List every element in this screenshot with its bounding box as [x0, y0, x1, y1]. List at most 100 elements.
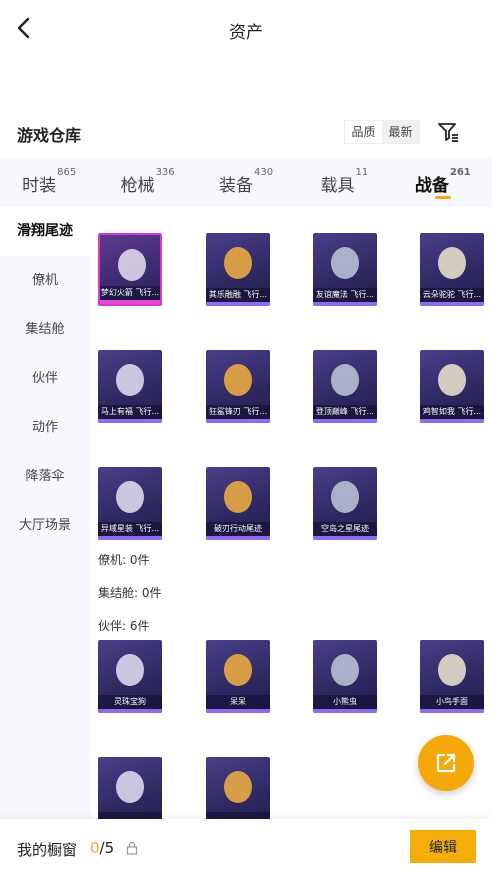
trail-item-card[interactable]: 登顶巅峰 飞行...: [313, 350, 377, 423]
trail-item-card[interactable]: 破刃行动尾迹: [206, 467, 270, 540]
lock-icon: [126, 841, 138, 855]
partner-item-name: 小熊虫: [313, 695, 377, 709]
trail-item-card[interactable]: 云朵驼驼 飞行...: [420, 233, 484, 306]
sidebar: 滑翔尾迹 僚机 集结舱 伙伴 动作 降落伞 大厅场景: [0, 207, 90, 819]
trail-item-rarity-bar: [98, 419, 162, 423]
trail-item-name: 破刃行动尾迹: [206, 522, 270, 536]
trail-item-art-icon: [438, 364, 466, 396]
partner-item-rarity-bar: [98, 709, 162, 713]
trail-item-rarity-bar: [313, 536, 377, 540]
trail-item-art-icon: [331, 481, 359, 513]
trail-item-name: 登顶巅峰 飞行...: [313, 405, 377, 419]
sort-newest-option[interactable]: 最新: [382, 121, 419, 143]
sidebar-item-emote[interactable]: 动作: [0, 403, 90, 452]
showcase-count: 0/5: [90, 839, 115, 857]
partner-item-rarity-bar: [313, 709, 377, 713]
sidebar-item-parachute[interactable]: 降落伞: [0, 452, 90, 501]
trail-item-card[interactable]: 梦幻火箭 飞行...: [98, 233, 162, 306]
partner-item-art-icon: [224, 771, 252, 803]
sidebar-item-wingman[interactable]: 僚机: [0, 256, 90, 305]
trail-item-art-icon: [331, 247, 359, 279]
trail-item-art-icon: [116, 364, 144, 396]
edit-button[interactable]: 编辑: [410, 830, 476, 863]
partner-item-art-icon: [116, 654, 144, 686]
trail-item-rarity-bar: [206, 419, 270, 423]
sidebar-item-glide-trail[interactable]: 滑翔尾迹: [0, 207, 90, 256]
partner-item-art-icon: [116, 771, 144, 803]
partner-item-card[interactable]: 灵珠宝狗: [98, 640, 162, 713]
trail-item-art-icon: [438, 247, 466, 279]
active-tab-indicator: [434, 196, 451, 199]
tab-vehicles[interactable]: 载具11: [295, 157, 393, 207]
partner-item-art-icon: [438, 654, 466, 686]
trail-item-name: 异域星装 飞行...: [98, 522, 162, 536]
trail-item-rarity-bar: [100, 300, 160, 304]
partner-item-name: 灵珠宝狗: [98, 695, 162, 709]
tab-battle-gear[interactable]: 战备261: [394, 157, 492, 207]
partner-item-card[interactable]: 小熊虫: [313, 640, 377, 713]
trail-item-name: 马上有福 飞行...: [98, 405, 162, 419]
sort-toggle: 品质 最新: [344, 120, 420, 144]
trail-item-art-icon: [224, 364, 252, 396]
sidebar-item-partner[interactable]: 伙伴: [0, 354, 90, 403]
trail-item-card[interactable]: 鸡智如我 飞行...: [420, 350, 484, 423]
trail-item-rarity-bar: [313, 419, 377, 423]
partner-count-label: 伙伴: 6件: [98, 619, 150, 633]
showcase-bar: 我的橱窗 0/5 编辑: [0, 819, 492, 876]
trail-item-rarity-bar: [206, 302, 270, 306]
share-button[interactable]: [418, 735, 474, 791]
category-tabs: 时装865 枪械336 装备430 载具11 战备261: [0, 157, 492, 207]
trail-item-card[interactable]: 马上有福 飞行...: [98, 350, 162, 423]
partner-item-name: 呆呆: [206, 695, 270, 709]
partner-item-card[interactable]: [206, 757, 270, 819]
trail-item-card[interactable]: 空岛之星尾迹: [313, 467, 377, 540]
trail-item-art-icon: [331, 364, 359, 396]
trail-item-art-icon: [116, 481, 144, 513]
sidebar-item-pod[interactable]: 集结舱: [0, 305, 90, 354]
trail-item-name: 其乐融融 飞行...: [206, 288, 270, 302]
trail-item-name: 云朵驼驼 飞行...: [420, 288, 484, 302]
trail-item-rarity-bar: [420, 302, 484, 306]
tab-fashion[interactable]: 时装865: [0, 157, 98, 207]
partner-item-card[interactable]: 呆呆: [206, 640, 270, 713]
top-bar: 资产: [0, 0, 492, 58]
partner-item-card[interactable]: 小鸟手面: [420, 640, 484, 713]
trail-item-rarity-bar: [420, 419, 484, 423]
tab-equipment[interactable]: 装备430: [197, 157, 295, 207]
pod-count-label: 集结舱: 0件: [98, 586, 162, 600]
trail-item-rarity-bar: [313, 302, 377, 306]
trail-item-name: 梦幻火箭 飞行...: [100, 286, 160, 300]
sidebar-item-lobby-scene[interactable]: 大厅场景: [0, 501, 90, 550]
trail-item-art-icon: [118, 249, 146, 281]
trail-item-name: 狂鲨锋刃 飞行...: [206, 405, 270, 419]
partner-item-name: [206, 812, 270, 819]
trail-item-name: 友谊魔法 飞行...: [313, 288, 377, 302]
trail-item-art-icon: [224, 481, 252, 513]
trail-item-name: 鸡智如我 飞行...: [420, 405, 484, 419]
page-title: 资产: [229, 23, 263, 43]
partner-item-card[interactable]: [98, 757, 162, 819]
partner-item-rarity-bar: [206, 709, 270, 713]
trail-item-card[interactable]: 其乐融融 飞行...: [206, 233, 270, 306]
sort-quality-option[interactable]: 品质: [345, 121, 382, 143]
wingman-count-label: 僚机: 0件: [98, 553, 150, 567]
trail-item-card[interactable]: 异域星装 飞行...: [98, 467, 162, 540]
item-grid-area: 梦幻火箭 飞行... 其乐融融 飞行... 友谊魔法 飞行... 云朵驼驼 飞行...…: [90, 207, 492, 819]
page: 资产 游戏仓库 品质 最新 时装865 枪械336 装备430 载具11 战备2…: [0, 0, 492, 876]
trail-item-rarity-bar: [98, 536, 162, 540]
trail-item-art-icon: [224, 247, 252, 279]
partner-item-art-icon: [331, 654, 359, 686]
trail-item-card[interactable]: 狂鲨锋刃 飞行...: [206, 350, 270, 423]
trail-item-name: 空岛之星尾迹: [313, 522, 377, 536]
warehouse-title: 游戏仓库: [17, 126, 82, 145]
partner-item-art-icon: [224, 654, 252, 686]
trail-item-rarity-bar: [206, 536, 270, 540]
partner-item-name: [98, 812, 162, 819]
partner-item-rarity-bar: [420, 709, 484, 713]
external-link-icon: [436, 753, 456, 773]
showcase-label: 我的橱窗: [17, 841, 78, 859]
tab-firearms[interactable]: 枪械336: [98, 157, 196, 207]
partner-item-name: 小鸟手面: [420, 695, 484, 709]
filter-icon[interactable]: [436, 120, 460, 144]
trail-item-card[interactable]: 友谊魔法 飞行...: [313, 233, 377, 306]
